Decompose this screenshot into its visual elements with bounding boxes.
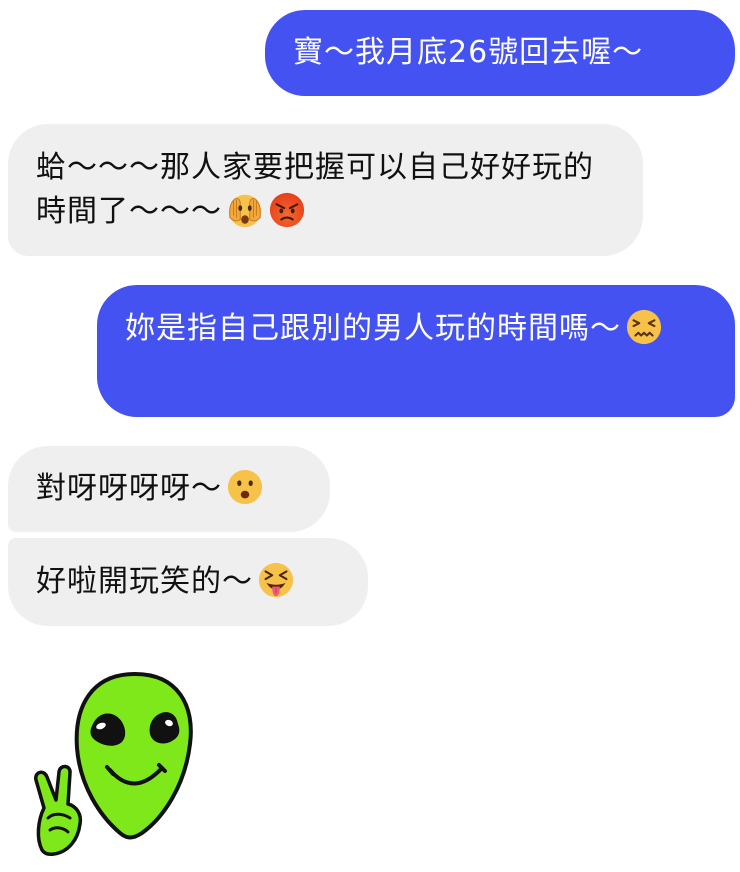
message-text: 對呀呀呀呀～ xyxy=(36,471,222,506)
alien-peace-sign-sticker[interactable] xyxy=(30,668,200,858)
face-covering-eyes-emoji xyxy=(226,191,264,229)
incoming-message-bubble[interactable]: 蛤～～～那人家要把握可以自己好好玩的時間了～～～ xyxy=(8,124,643,256)
incoming-message-bubble[interactable]: 對呀呀呀呀～ xyxy=(8,446,330,532)
squinting-tongue-emoji xyxy=(257,561,295,599)
message-text: 好啦開玩笑的～ xyxy=(36,564,253,599)
incoming-message-bubble[interactable]: 好啦開玩笑的～ xyxy=(8,538,368,626)
message-text: 寶～我月底26號回去喔～ xyxy=(293,35,644,70)
frowning-open-mouth-emoji xyxy=(226,468,264,506)
angry-face-emoji xyxy=(268,191,306,229)
outgoing-message-bubble[interactable]: 妳是指自己跟別的男人玩的時間嗎～ xyxy=(97,285,735,417)
confounded-face-emoji xyxy=(625,308,663,346)
outgoing-message-bubble[interactable]: 寶～我月底26號回去喔～ xyxy=(265,10,735,96)
message-text: 蛤～～～那人家要把握可以自己好好玩的時間了～～～ xyxy=(36,150,594,229)
message-text: 妳是指自己跟別的男人玩的時間嗎～ xyxy=(125,311,621,346)
